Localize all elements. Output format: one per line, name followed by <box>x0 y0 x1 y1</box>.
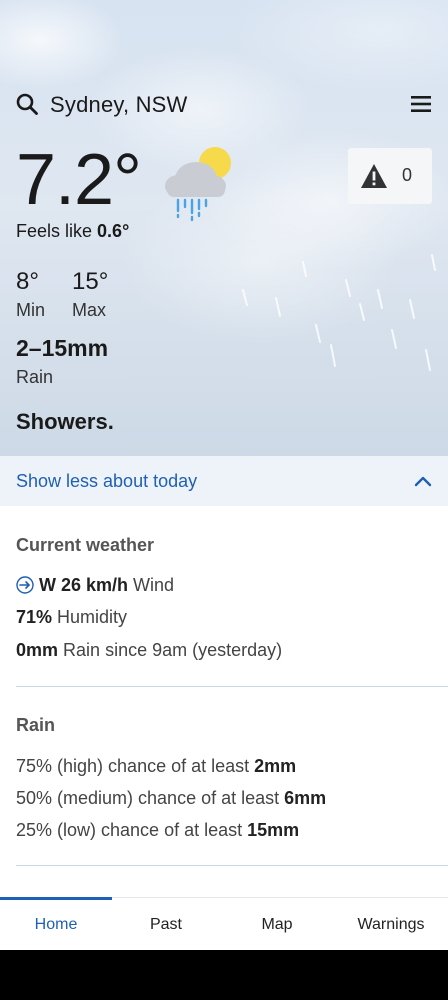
wind-row: W 26 km/h Wind <box>16 575 174 596</box>
rain-since-row: 0mm Rain since 9am (yesterday) <box>16 640 282 661</box>
rain-chance-row: 75% (high) chance of at least 2mm <box>16 756 296 777</box>
sun-cloud-rain-icon <box>165 147 231 222</box>
show-less-label: Show less about today <box>16 471 198 491</box>
bottom-tab-bar: Home Past Map Warnings <box>0 897 448 950</box>
humidity-label: Humidity <box>57 607 128 627</box>
rain-chance-amount: 6mm <box>284 788 327 808</box>
hero-panel: Sydney, NSW 7.2° 0 Feels like 0.6° 8° Mi… <box>0 0 448 456</box>
rain-chance-row: 50% (medium) chance of at least 6mm <box>16 788 326 809</box>
divider <box>16 686 448 687</box>
show-less-toggle[interactable]: Show less about today <box>0 456 448 506</box>
wind-label: Wind <box>133 575 175 595</box>
max-label: Max <box>72 300 107 320</box>
forecast-summary: Showers. <box>16 409 114 434</box>
menu-icon[interactable] <box>410 95 432 113</box>
max-temperature: 15° <box>72 268 109 295</box>
divider <box>16 865 448 866</box>
search-icon[interactable] <box>16 93 38 115</box>
rain-chance-row: 25% (low) chance of at least 15mm <box>16 820 299 841</box>
current-weather-heading: Current weather <box>16 535 155 555</box>
rain-chance-text: 50% (medium) chance of at least <box>16 788 280 808</box>
feels-like: Feels like 0.6° <box>16 221 129 242</box>
humidity-value: 71% <box>16 607 53 627</box>
rain-heading: Rain <box>16 715 56 735</box>
wind-value: W 26 km/h <box>39 575 129 595</box>
tab-warnings[interactable]: Warnings <box>334 898 448 950</box>
warning-triangle-icon <box>361 164 387 188</box>
humidity-row: 71% Humidity <box>16 607 127 628</box>
rain-since-label: Rain since 9am (yesterday) <box>63 640 283 660</box>
warnings-count: 0 <box>402 165 413 185</box>
current-temperature: 7.2° <box>16 140 142 220</box>
wind-direction-icon <box>16 576 34 594</box>
rain-label: Rain <box>16 367 54 387</box>
location-title[interactable]: Sydney, NSW <box>50 92 188 118</box>
rain-chance-text: 75% (high) chance of at least <box>16 756 250 776</box>
rain-chance-amount: 2mm <box>254 756 297 776</box>
tab-map[interactable]: Map <box>220 898 334 950</box>
rain-since-value: 0mm <box>16 640 59 660</box>
chevron-up-icon <box>414 476 432 487</box>
min-temperature: 8° <box>16 268 39 295</box>
rain-chance-amount: 15mm <box>247 820 300 840</box>
warnings-badge[interactable]: 0 <box>348 148 432 204</box>
feels-like-label: Feels like <box>16 221 93 241</box>
tab-home[interactable]: Home <box>0 898 112 950</box>
rain-chance-text: 25% (low) chance of at least <box>16 820 243 840</box>
app: Sydney, NSW 7.2° 0 Feels like 0.6° 8° Mi… <box>0 0 448 950</box>
feels-like-value: 0.6° <box>97 221 130 241</box>
rain-amount: 2–15mm <box>16 335 109 361</box>
tab-past[interactable]: Past <box>112 898 220 950</box>
min-label: Min <box>16 300 46 320</box>
